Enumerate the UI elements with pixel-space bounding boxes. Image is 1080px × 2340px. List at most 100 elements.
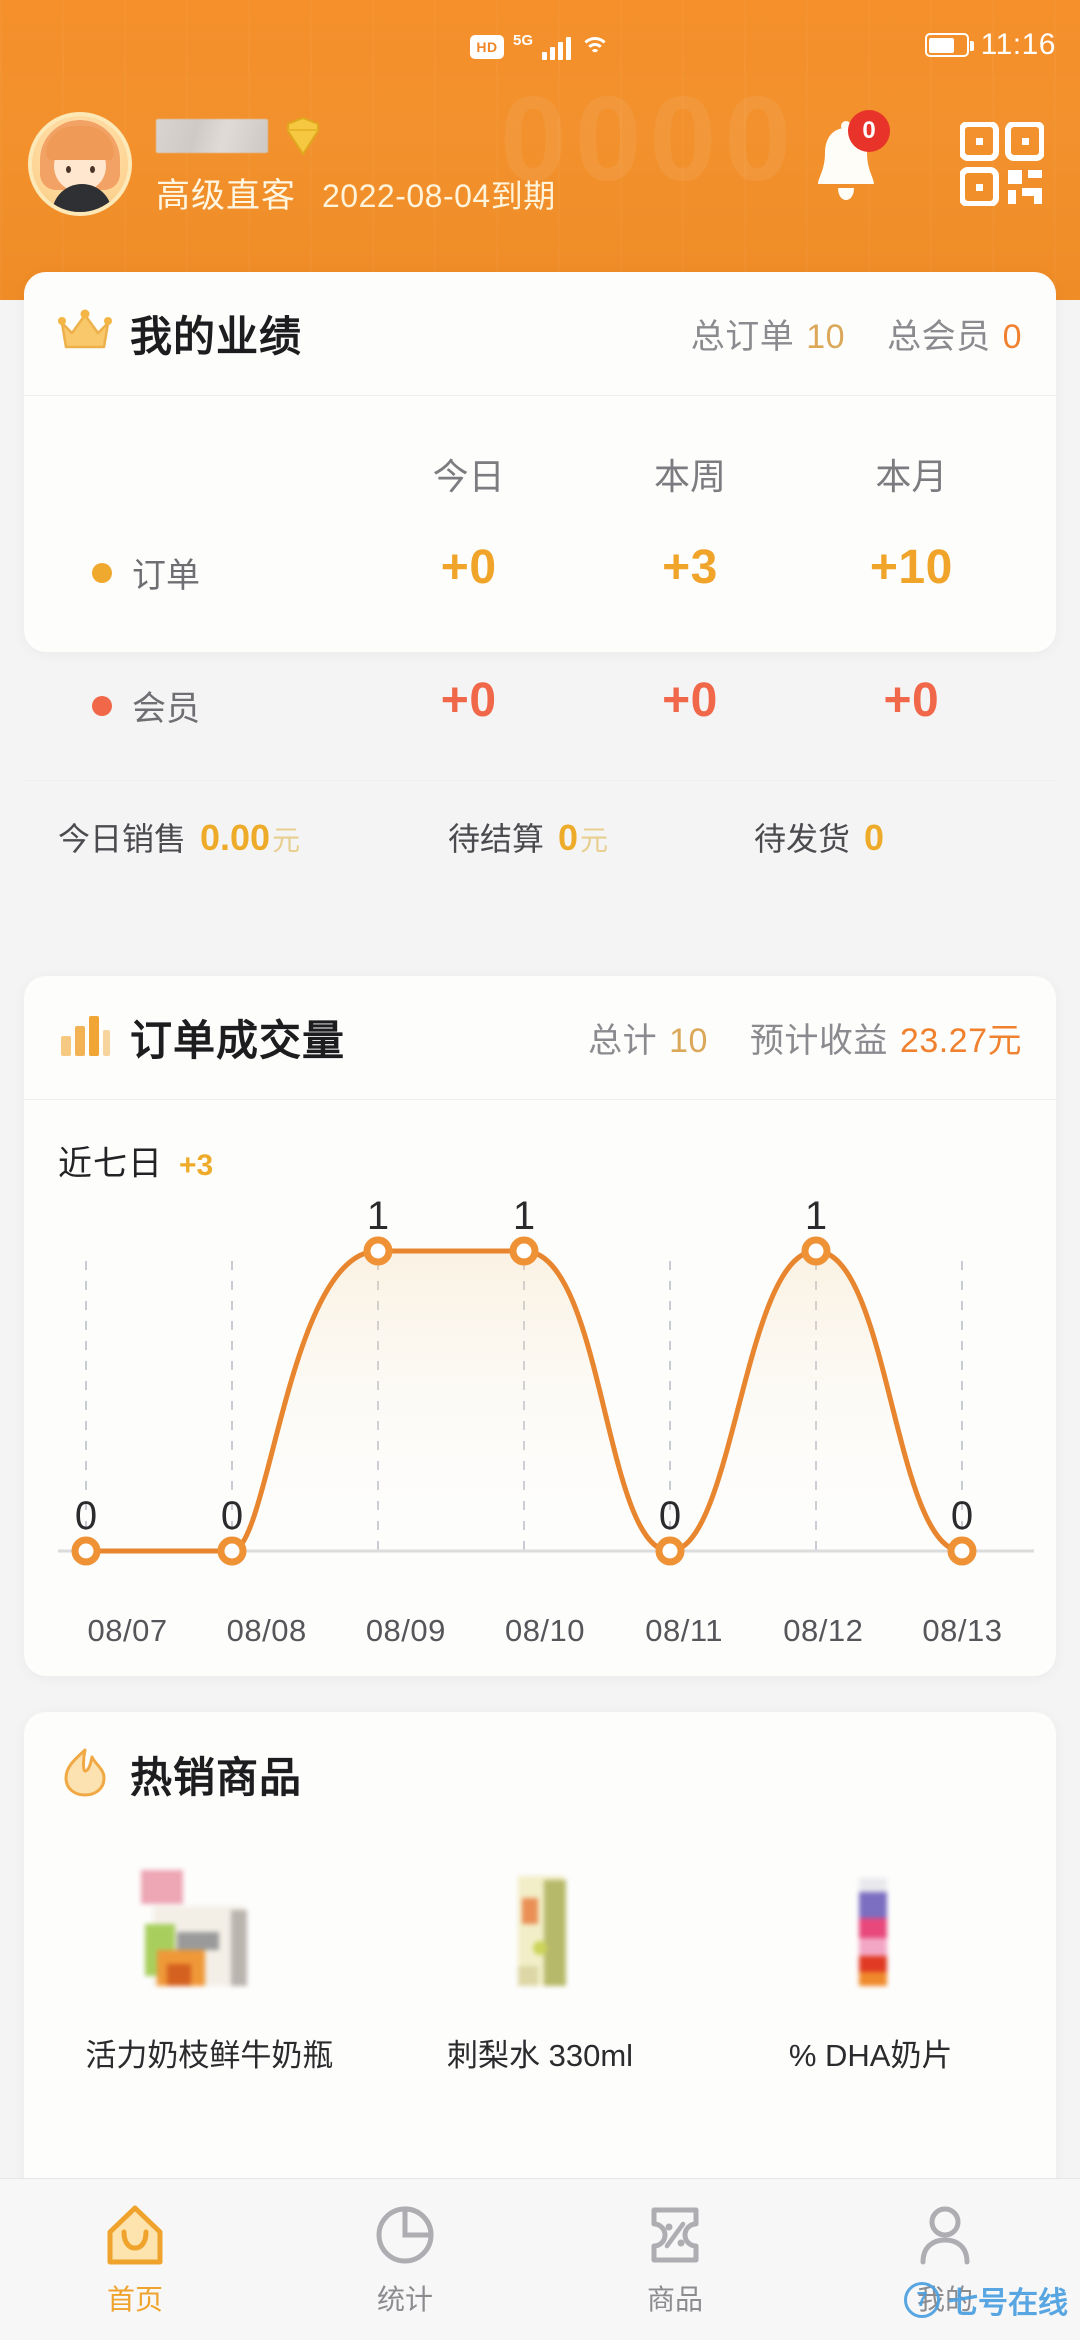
product-name-1: 活力奶枝鲜牛奶瓶 — [85, 2038, 334, 2073]
product-item-1[interactable]: 活力奶枝鲜牛奶瓶 — [44, 1862, 375, 2075]
x-tick-1: 08/08 — [226, 1613, 307, 1648]
order-volume-card-title: 订单成交量 — [130, 1017, 346, 1064]
total-orders-stat: 总订单 10 — [691, 309, 845, 358]
hot-products-card: 热销商品 活力奶枝鲜牛奶瓶 刺梨水 330ml % DHA奶片 — [24, 1712, 1056, 2232]
performance-stats-grid: 今日 本周 本月 订单 +0 +3 +10 会员 +0 +0 +0 — [24, 396, 1056, 780]
avatar[interactable] — [28, 112, 132, 216]
order-volume-card: 订单成交量 总计 10 预计收益 23.27元 近七日 +3 0 0 1 1 0… — [24, 976, 1056, 1676]
summary-pending-ship-label: 待发货 — [754, 820, 851, 857]
chart-total-stat: 总计 10 — [588, 1013, 708, 1062]
row-label-orders: 订单 — [58, 506, 358, 639]
total-members-value: 0 — [1002, 318, 1022, 356]
x-tick-6: 08/13 — [922, 1613, 1003, 1648]
network-type-label: 5G — [512, 31, 533, 49]
watermark: 7 七号在线 — [904, 2278, 1068, 2322]
app-root: 0 0 0 0 HD 5G 11:16 — [0, 0, 1080, 2340]
battery-icon — [924, 33, 974, 57]
chart-range-label: 近七日 — [58, 1145, 163, 1183]
product-name-2: 刺梨水 330ml — [446, 2038, 634, 2073]
members-this-week: +0 — [662, 674, 718, 727]
summary-pending-settle-value: 0 — [558, 816, 579, 858]
members-today: +0 — [440, 674, 497, 727]
coupon-percent-icon — [651, 2207, 699, 2262]
chart-income-stat: 预计收益 23.27元 — [750, 1013, 1022, 1062]
performance-card: 我的业绩 总订单 10 总会员 0 今日 本周 本月 订单 +0 +3 +10 — [24, 272, 1056, 858]
product-name-3: % DHA奶片 — [788, 2038, 953, 2073]
avatar-eye-right — [90, 166, 95, 173]
qr-scan-icon — [959, 121, 1045, 207]
nickname-masked — [156, 119, 268, 153]
chart-range-delta: +3 — [179, 1149, 214, 1182]
bar-chart-icon — [58, 1012, 112, 1063]
summary-pending-settle: 待结算 0 元 — [448, 814, 754, 860]
column-header-this-week: 本周 — [653, 456, 726, 497]
total-orders-label: 总订单 — [690, 318, 795, 356]
level-title: 高级直客 — [156, 177, 296, 215]
orders-this-month: +10 — [869, 541, 953, 594]
column-header-today: 今日 — [432, 456, 505, 497]
vip-diamond-icon — [282, 114, 324, 158]
chart-range-row: 近七日 +3 — [24, 1100, 1056, 1191]
chart-label-5: 1 — [805, 1194, 827, 1238]
tab-statistics[interactable]: 统计 — [270, 2202, 540, 2318]
chart-label-4: 0 — [659, 1494, 681, 1538]
summary-pending-settle-unit: 元 — [580, 824, 609, 856]
product-item-2[interactable]: 刺梨水 330ml — [375, 1862, 706, 2075]
wifi-icon — [580, 35, 610, 59]
order-volume-card-header: 订单成交量 总计 10 预计收益 23.27元 — [24, 976, 1056, 1100]
product-thumb-1 — [135, 1862, 283, 2010]
nickname-row — [156, 116, 556, 156]
order-volume-chart[interactable]: 0 0 1 1 0 1 0 08/07 08/08 08/09 08/10 08… — [44, 1191, 1046, 1648]
x-tick-4: 08/11 — [645, 1613, 724, 1648]
grid-corner-spacer — [58, 414, 358, 506]
product-item-3[interactable]: % DHA奶片 — [705, 1862, 1036, 2075]
watermark-circle-icon: 7 — [904, 2282, 940, 2318]
tab-home[interactable]: 首页 — [0, 2202, 270, 2318]
profile-row[interactable]: 高级直客 2022-08-04到期 — [28, 112, 556, 217]
summary-pending-settle-label: 待结算 — [448, 820, 545, 857]
product-thumb-2 — [466, 1862, 614, 2010]
tab-home-label: 首页 — [106, 2283, 163, 2315]
level-row: 高级直客 2022-08-04到期 — [156, 168, 556, 217]
hot-products-header: 热销商品 — [24, 1712, 1056, 1836]
summary-pending-ship: 待发货 0 — [754, 814, 886, 860]
status-bar-center-icons: HD 5G — [0, 31, 1080, 60]
tab-products[interactable]: 商品 — [540, 2202, 810, 2318]
summary-today-sales: 今日销售 0.00 元 — [58, 814, 448, 860]
pie-chart-icon — [376, 2205, 434, 2263]
chart-total-value: 10 — [669, 1022, 708, 1060]
crown-icon — [58, 309, 112, 358]
performance-card-header: 我的业绩 总订单 10 总会员 0 — [24, 272, 1056, 396]
product-thumb-3 — [797, 1862, 945, 2010]
notification-bell-button[interactable]: 0 — [808, 110, 890, 210]
app-header: 0000 HD 5G 11:16 — [0, 0, 1080, 300]
row-label-members-text: 会员 — [132, 690, 200, 728]
chart-label-2: 1 — [367, 1194, 389, 1238]
chart-income-value: 23.27元 — [899, 1022, 1022, 1060]
chart-area-fill — [86, 1251, 962, 1551]
column-header-this-month: 本月 — [875, 456, 948, 497]
flame-icon — [58, 1747, 112, 1802]
tab-statistics-label: 统计 — [376, 2283, 433, 2315]
chart-total-label: 总计 — [588, 1022, 658, 1060]
chart-label-3: 1 — [513, 1194, 535, 1238]
order-volume-head-stats: 总计 10 预计收益 23.27元 — [588, 1013, 1022, 1062]
home-icon — [107, 2205, 163, 2264]
status-bar-right: 11:16 — [924, 28, 1056, 62]
x-tick-2: 08/09 — [365, 1613, 446, 1648]
signal-bars-icon — [542, 34, 571, 60]
qr-scan-button[interactable] — [959, 121, 1045, 207]
performance-summary-row: 今日销售 0.00 元 待结算 0 元 待发货 0 — [24, 780, 1056, 892]
chart-svg: 0 0 1 1 0 1 0 — [58, 1194, 1034, 1566]
chart-label-1: 0 — [221, 1494, 243, 1538]
chart-label-0: 0 — [75, 1494, 97, 1538]
dot-members — [92, 695, 112, 716]
profile-text: 高级直客 2022-08-04到期 — [156, 112, 556, 217]
members-this-month: +0 — [883, 674, 940, 727]
avatar-eye-left — [66, 166, 71, 173]
level-expiry: 2022-08-04到期 — [322, 178, 556, 214]
hot-products-list: 活力奶枝鲜牛奶瓶 刺梨水 330ml % DHA奶片 — [24, 1836, 1056, 2075]
performance-head-stats: 总订单 10 总会员 0 — [691, 309, 1022, 358]
row-label-members: 会员 — [58, 639, 358, 772]
person-icon — [920, 2206, 970, 2264]
